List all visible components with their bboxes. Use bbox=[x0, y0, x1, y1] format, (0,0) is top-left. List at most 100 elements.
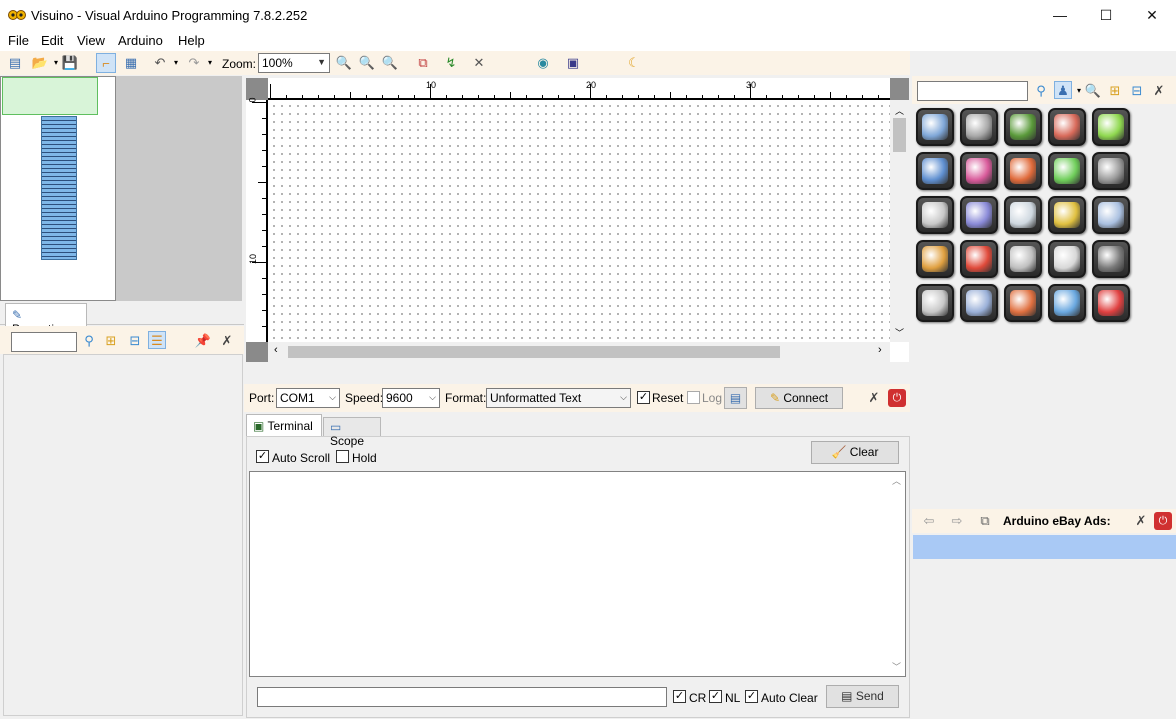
canvas-horizontal-scroll-thumb[interactable] bbox=[288, 346, 780, 358]
grid-icon[interactable] bbox=[1092, 108, 1130, 146]
speaker-icon[interactable] bbox=[1004, 240, 1042, 278]
new-file-icon[interactable]: ▤ bbox=[5, 53, 25, 73]
chip-icon[interactable] bbox=[1092, 240, 1130, 278]
nl-checkbox[interactable]: ✓ bbox=[709, 690, 722, 703]
folder-search-icon[interactable]: 🔍 bbox=[1084, 82, 1102, 100]
arrow-left-icon[interactable]: ⇦ bbox=[920, 512, 938, 530]
filter-icon[interactable]: ⚲ bbox=[1032, 82, 1050, 100]
expand-icon[interactable]: ⊞ bbox=[102, 332, 120, 350]
zoom-out-icon[interactable]: 🔍 bbox=[380, 53, 400, 73]
power-icon[interactable] bbox=[1092, 284, 1130, 322]
box-icon[interactable] bbox=[916, 196, 954, 234]
theme-moon-icon[interactable]: ☾ bbox=[624, 53, 644, 73]
chevron-up-icon[interactable]: ︿ bbox=[895, 104, 904, 117]
format-select[interactable]: Unformatted Text ⌵ bbox=[486, 388, 631, 408]
star-icon[interactable] bbox=[960, 240, 998, 278]
hold-checkbox[interactable] bbox=[336, 450, 349, 463]
gamepad-icon[interactable] bbox=[960, 196, 998, 234]
send-input[interactable] bbox=[257, 687, 667, 707]
save-icon[interactable]: 💾 bbox=[60, 53, 80, 73]
menu-help[interactable]: Help bbox=[178, 33, 205, 48]
grid-icon[interactable]: ▦ bbox=[121, 53, 141, 73]
calculator-icon[interactable] bbox=[916, 108, 954, 146]
build-icon[interactable]: ▣ bbox=[563, 53, 583, 73]
properties-grid[interactable] bbox=[3, 354, 243, 716]
serial-settings-icon[interactable]: ✗ bbox=[865, 389, 883, 407]
auto-clear-checkbox[interactable]: ✓ bbox=[745, 690, 758, 703]
power-icon[interactable]: ⏻ bbox=[888, 389, 906, 407]
chevron-down-icon[interactable]: ﹀ bbox=[895, 326, 904, 339]
zoom-select[interactable]: 100% ▼ bbox=[258, 53, 330, 73]
chevron-up-icon[interactable]: ︿ bbox=[892, 474, 901, 487]
cr-checkbox[interactable]: ✓ bbox=[673, 690, 686, 703]
board-icon[interactable] bbox=[1004, 108, 1042, 146]
palette-search-input[interactable] bbox=[917, 81, 1028, 101]
canvas-vertical-scroll-thumb[interactable] bbox=[893, 118, 906, 152]
log-file-icon[interactable]: ▤ bbox=[724, 387, 747, 409]
math-icon[interactable] bbox=[1048, 152, 1086, 190]
color-wheel-icon[interactable] bbox=[1048, 196, 1086, 234]
connect-button[interactable]: ✎ Connect bbox=[755, 387, 843, 409]
palette-settings-icon[interactable]: ✗ bbox=[1150, 82, 1168, 100]
menu-edit[interactable]: Edit bbox=[41, 33, 63, 48]
viewport-indicator[interactable] bbox=[2, 77, 98, 115]
binary-icon[interactable] bbox=[1048, 240, 1086, 278]
components-icon[interactable]: ⧉ bbox=[413, 53, 433, 73]
tap-icon[interactable] bbox=[1004, 196, 1042, 234]
menu-arduino[interactable]: Arduino bbox=[118, 33, 163, 48]
clock-icon[interactable] bbox=[1048, 284, 1086, 322]
zoom-fit-icon[interactable]: 🔍 bbox=[357, 53, 377, 73]
chevron-left-icon[interactable]: ‹ bbox=[274, 344, 278, 356]
collapse-icon[interactable]: ⊟ bbox=[126, 332, 144, 350]
speed-select[interactable]: 9600 ⌵ bbox=[382, 388, 440, 408]
zoom-in-icon[interactable]: 🔍 bbox=[334, 53, 354, 73]
expand-all-icon[interactable]: ⊞ bbox=[1106, 82, 1124, 100]
delete-icon[interactable]: ✕ bbox=[469, 53, 489, 73]
maximize-button[interactable]: ☐ bbox=[1083, 0, 1129, 31]
door-icon[interactable] bbox=[960, 284, 998, 322]
auto-scroll-checkbox[interactable]: ✓ bbox=[256, 450, 269, 463]
settings-tools-icon[interactable]: ✗ bbox=[218, 332, 236, 350]
windows-icon[interactable]: ⧉ bbox=[976, 512, 994, 530]
minimize-button[interactable]: — bbox=[1037, 0, 1083, 31]
terminal-output[interactable] bbox=[249, 471, 906, 677]
numbers-icon[interactable] bbox=[916, 152, 954, 190]
reset-checkbox[interactable]: ✓ bbox=[637, 391, 650, 404]
eraser-icon[interactable] bbox=[1004, 284, 1042, 322]
filter-icon[interactable]: ⚲ bbox=[80, 332, 98, 350]
text-abc-icon[interactable] bbox=[1004, 152, 1042, 190]
ads-close-icon[interactable]: ⏻ bbox=[1154, 512, 1172, 530]
collapse-all-icon[interactable]: ⊟ bbox=[1128, 82, 1146, 100]
properties-search-input[interactable] bbox=[11, 332, 77, 352]
arrow-right-icon[interactable]: ⇨ bbox=[948, 512, 966, 530]
sort-icon[interactable]: ☰ bbox=[148, 331, 166, 349]
arrows-icon[interactable] bbox=[916, 240, 954, 278]
chevron-right-icon[interactable]: › bbox=[878, 344, 882, 356]
log-checkbox[interactable] bbox=[687, 391, 700, 404]
network-icon[interactable] bbox=[1092, 196, 1130, 234]
overview-map[interactable] bbox=[0, 76, 116, 301]
clear-button[interactable]: 🧹 Clear bbox=[811, 441, 899, 464]
tab-properties[interactable]: ✎ Properties bbox=[5, 303, 87, 336]
tab-scope[interactable]: ▭ Scope bbox=[323, 417, 381, 448]
snap-align-icon[interactable]: ⌐ bbox=[96, 53, 116, 73]
undo-dropdown-icon[interactable]: ▾ bbox=[166, 53, 186, 73]
ads-settings-icon[interactable]: ✗ bbox=[1132, 512, 1150, 530]
chevron-down-icon[interactable]: ﹀ bbox=[892, 660, 901, 673]
tools-icon[interactable] bbox=[960, 108, 998, 146]
arduino-upload-icon[interactable]: ◉ bbox=[533, 53, 553, 73]
redo-dropdown-icon[interactable]: ▾ bbox=[200, 53, 220, 73]
tab-terminal[interactable]: ▣ Terminal bbox=[246, 414, 322, 436]
motor-icon[interactable] bbox=[1092, 152, 1130, 190]
menu-file[interactable]: File bbox=[8, 33, 29, 48]
menu-view[interactable]: View bbox=[77, 33, 105, 48]
printer-icon[interactable] bbox=[1048, 108, 1086, 146]
filter-icon[interactable] bbox=[916, 284, 954, 322]
close-button[interactable]: ✕ bbox=[1129, 0, 1175, 31]
port-select[interactable]: COM1 ⌵ bbox=[276, 388, 340, 408]
send-button[interactable]: ▤ Send bbox=[826, 685, 899, 708]
pin-icon[interactable]: 📌 bbox=[194, 332, 212, 350]
ads-selection-bar[interactable] bbox=[913, 535, 1176, 559]
wire-icon[interactable]: ↯ bbox=[441, 53, 461, 73]
design-grid[interactable] bbox=[270, 102, 890, 342]
